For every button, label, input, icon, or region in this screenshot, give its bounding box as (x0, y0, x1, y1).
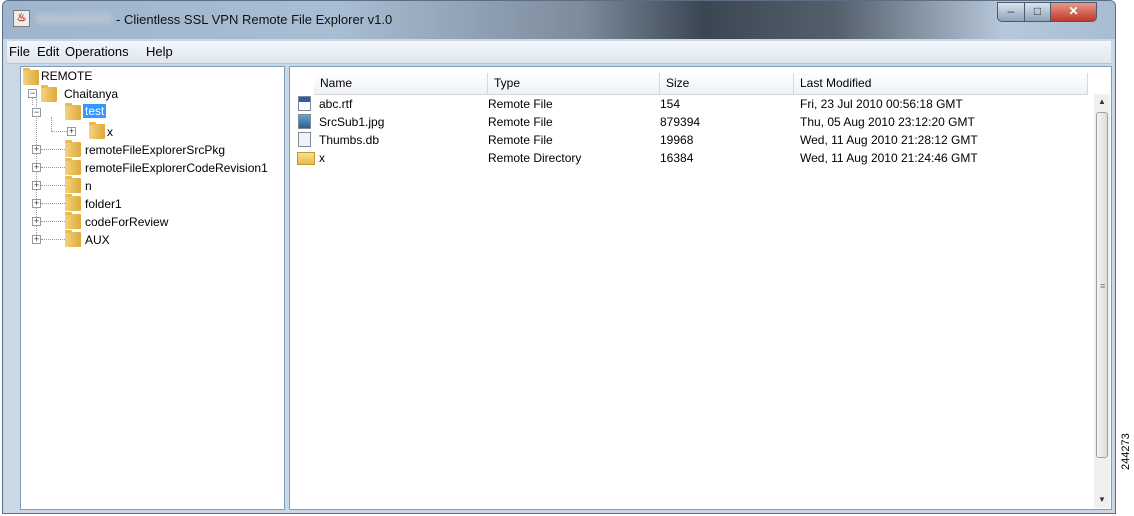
expand-icon[interactable]: + (67, 127, 76, 136)
folder-icon (65, 103, 81, 120)
column-header-size[interactable]: Size (660, 73, 794, 95)
cell-name: SrcSub1.jpg (319, 115, 385, 129)
cell-modified: Thu, 05 Aug 2010 23:12:20 GMT (800, 115, 975, 129)
expand-icon[interactable]: + (32, 181, 41, 190)
menu-bar: File Edit Operations Help (7, 41, 1111, 64)
cell-size: 19968 (660, 133, 694, 147)
cell-modified: Wed, 11 Aug 2010 21:28:12 GMT (800, 133, 978, 147)
menu-file[interactable]: File (9, 44, 30, 59)
tree-label: remoteFileExplorerSrcPkg (85, 143, 226, 157)
expand-icon[interactable]: + (32, 163, 41, 172)
column-header-name[interactable]: Name (314, 73, 488, 95)
folder-icon (65, 158, 81, 175)
title-host-blurred (36, 13, 112, 24)
folder-icon (65, 230, 81, 247)
tree-label: n (85, 179, 92, 193)
folder-icon (65, 140, 81, 157)
file-list[interactable]: Name Type Size Last Modified abc.rtf Rem… (289, 66, 1112, 510)
db-file-icon (298, 132, 311, 147)
folder-icon (41, 85, 57, 102)
window-title: - Clientless SSL VPN Remote File Explore… (116, 12, 393, 27)
column-header-type[interactable]: Type (488, 73, 660, 95)
cell-modified: Fri, 23 Jul 2010 00:56:18 GMT (800, 97, 963, 111)
tree-label: remoteFileExplorerCodeRevision1 (85, 161, 268, 175)
menu-help[interactable]: Help (146, 44, 173, 59)
cell-type: Remote File (488, 97, 553, 111)
tree-label-root: REMOTE (41, 69, 93, 83)
tree-label: AUX (85, 233, 110, 247)
cell-size: 879394 (660, 115, 701, 129)
close-button[interactable]: ✕ (1050, 2, 1097, 22)
rtf-file-icon (298, 96, 311, 111)
vertical-scrollbar[interactable]: ▲ ≡ ▼ (1094, 94, 1110, 508)
expand-icon[interactable]: + (32, 235, 41, 244)
java-app-icon[interactable]: ♨ (13, 10, 30, 27)
cell-size: 154 (660, 97, 681, 111)
minimize-button[interactable]: ‒ (997, 2, 1025, 22)
cell-size: 16384 (660, 151, 694, 165)
cell-name: abc.rtf (319, 97, 353, 111)
tree-label: codeForReview (85, 215, 169, 229)
collapse-icon[interactable]: − (32, 108, 41, 117)
cell-type: Remote File (488, 133, 553, 147)
tree-label: folder1 (85, 197, 122, 211)
cell-name: Thumbs.db (319, 133, 380, 147)
tree-label-test: test (83, 104, 107, 118)
folder-tree[interactable]: REMOTE − Chaitanya − test + x + remoteFi… (20, 66, 285, 510)
folder-icon (23, 68, 39, 85)
folder-icon (65, 194, 81, 211)
scroll-thumb[interactable]: ≡ (1096, 112, 1108, 458)
figure-id: 244273 (1120, 433, 1132, 470)
maximize-button[interactable]: □ (1024, 2, 1051, 22)
folder-icon (297, 152, 315, 165)
expand-icon[interactable]: + (32, 145, 41, 154)
expand-icon[interactable]: + (32, 199, 41, 208)
collapse-icon[interactable]: − (28, 89, 37, 98)
title-bar[interactable]: ♨ - Clientless SSL VPN Remote File Explo… (3, 1, 1115, 39)
cell-type: Remote File (488, 115, 553, 129)
cell-name: x (319, 151, 325, 165)
cell-type: Remote Directory (488, 151, 582, 165)
tree-label-x: x (107, 125, 113, 139)
folder-icon (89, 122, 105, 139)
menu-operations[interactable]: Operations (65, 44, 129, 59)
folder-icon (65, 176, 81, 193)
scroll-up-icon[interactable]: ▲ (1094, 94, 1110, 110)
column-header-last-modified[interactable]: Last Modified (794, 73, 1088, 95)
jpg-file-icon (298, 114, 311, 129)
cell-modified: Wed, 11 Aug 2010 21:24:46 GMT (800, 151, 978, 165)
grip-icon: ≡ (1100, 281, 1106, 291)
scroll-down-icon[interactable]: ▼ (1094, 492, 1110, 508)
expand-icon[interactable]: + (32, 217, 41, 226)
folder-icon (65, 212, 81, 229)
tree-label-chaitanya: Chaitanya (64, 87, 119, 101)
menu-edit[interactable]: Edit (37, 44, 59, 59)
